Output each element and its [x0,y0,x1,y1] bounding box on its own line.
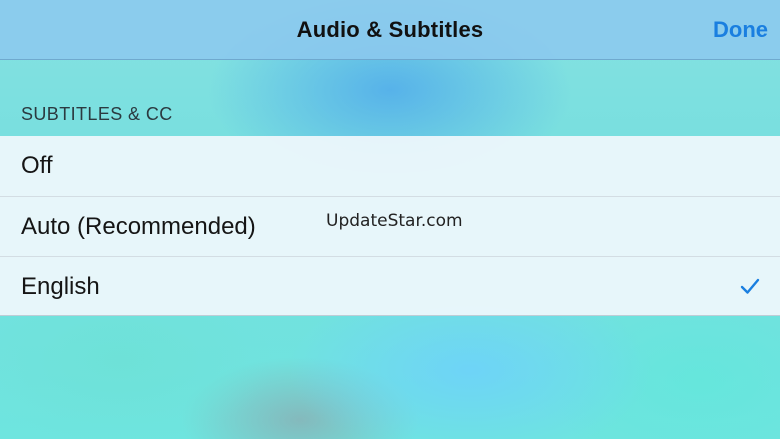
checkmark-icon [740,278,760,294]
option-row-english[interactable]: English [0,256,780,316]
watermark-text: UpdateStar.com [326,211,463,231]
option-label: Off [21,152,53,179]
option-label: Auto (Recommended) [21,213,256,240]
page-title: Audio & Subtitles [296,17,484,42]
section-header-subtitles: SUBTITLES & CC [21,104,173,124]
done-button[interactable]: Done [713,17,768,43]
option-label: English [21,273,100,300]
option-row-off[interactable]: Off [0,136,780,196]
navigation-bar: Audio & Subtitles Done [0,0,780,60]
